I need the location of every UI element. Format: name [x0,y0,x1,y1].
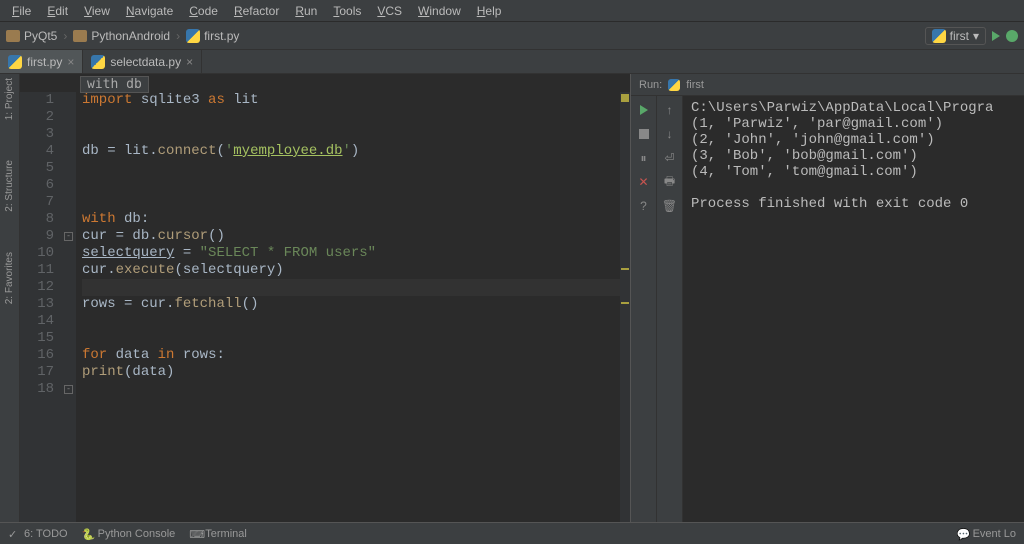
python-icon [186,29,200,43]
run-config-selector[interactable]: first ▾ [925,27,986,45]
menu-help[interactable]: Help [469,2,510,20]
menubar: FileEditViewNavigateCodeRefactorRunTools… [0,0,1024,22]
run-header: Run: first [631,74,1024,96]
up-stack-button[interactable]: ↑ [662,102,678,118]
close-icon[interactable]: × [67,55,74,69]
toolbar: PyQt5 › PythonAndroid › first.py first ▾ [0,22,1024,50]
stop-icon [639,129,649,139]
chevron-right-icon: › [176,29,180,43]
event-log-icon: 💬 [957,528,969,540]
current-line-highlight [82,279,620,296]
breadcrumb-folder[interactable]: PyQt5 [6,29,57,43]
python-icon [8,55,22,69]
tool-window-button[interactable]: 2: Structure [4,160,15,212]
tool-window-button[interactable]: 2: Favorites [4,252,15,304]
file-tab[interactable]: first.py × [0,50,83,73]
python-icon [91,55,105,69]
down-stack-button[interactable]: ↓ [662,126,678,142]
python-icon [668,79,680,91]
rerun-button[interactable] [636,102,652,118]
menu-view[interactable]: View [76,2,118,20]
clear-button[interactable]: 🗑 [662,198,678,214]
breadcrumb-file[interactable]: first.py [186,29,239,43]
error-stripe [620,92,630,522]
run-toolbar-primary: ⏸ ✕ ? [631,96,657,522]
line-gutter: 123456789101112131415161718 [20,92,62,522]
event-log-label: Event Lo [973,528,1016,540]
menu-run[interactable]: Run [287,2,325,20]
run-toolbar-secondary: ↑ ↓ ⏎ 🖶 🗑 [657,96,683,522]
play-icon[interactable] [992,31,1000,41]
folder-icon [6,30,20,42]
run-controls: first ▾ [925,27,1018,45]
chevron-right-icon: › [63,29,67,43]
close-button[interactable]: ✕ [636,174,652,190]
status-bar: ✓6: TODO 🐍Python Console ⌨Terminal 💬 Event… [0,522,1024,544]
file-tab-label: first.py [27,55,62,69]
left-tool-stripe: 1: Project 2: Structure 2: Favorites [0,74,20,522]
chevron-down-icon: ▾ [973,29,979,43]
fold-column: -- [62,92,76,522]
code-area[interactable]: 123456789101112131415161718 -- import sq… [20,74,630,522]
tool-icon: 🐍 [82,528,94,540]
menu-tools[interactable]: Tools [325,2,369,20]
menu-window[interactable]: Window [410,2,469,20]
breadcrumb: PyQt5 › PythonAndroid › first.py [6,29,239,43]
tool-window-button[interactable]: 1: Project [4,78,15,120]
run-body: ⏸ ✕ ? ↑ ↓ ⏎ 🖶 🗑 C:\Users\Parwiz\AppData\… [631,96,1024,522]
bottom-right: 💬 Event Lo [957,528,1016,540]
editor-panel: with db 123456789101112131415161718 -- i… [20,74,630,522]
soft-wrap-button[interactable]: ⏎ [662,150,678,166]
close-icon[interactable]: × [186,55,193,69]
file-tab-label: selectdata.py [110,55,181,69]
bottom-tool-button[interactable]: 🐍Python Console [82,528,176,540]
bottom-tool-buttons: ✓6: TODO 🐍Python Console ⌨Terminal [8,528,247,540]
code-lines[interactable]: import sqlite3 as litdb = lit.connect('m… [76,92,620,522]
console-output[interactable]: C:\Users\Parwiz\AppData\Local\Progra (1,… [683,96,1024,522]
fold-toggle[interactable]: - [64,232,73,241]
folder-icon [73,30,87,42]
inspection-indicator-icon[interactable] [621,94,629,102]
warning-marker[interactable] [621,302,629,304]
run-header-title: first [686,79,704,91]
editor-tabs: first.py × selectdata.py × [0,50,1024,74]
stop-button[interactable] [636,126,652,142]
run-header-prefix: Run: [639,79,662,91]
file-tab[interactable]: selectdata.py × [83,50,202,73]
event-log-button[interactable]: 💬 Event Lo [957,528,1016,540]
menu-edit[interactable]: Edit [39,2,76,20]
help-button[interactable]: ? [636,198,652,214]
main-split: with db 123456789101112131415161718 -- i… [20,74,1024,522]
bottom-tool-button[interactable]: ✓6: TODO [8,528,68,540]
python-icon [932,29,946,43]
menu-file[interactable]: File [4,2,39,20]
tool-icon: ✓ [8,528,20,540]
menu-refactor[interactable]: Refactor [226,2,287,20]
debug-icon[interactable] [1006,30,1018,42]
print-button[interactable]: 🖶 [662,174,678,190]
context-breadcrumb: with db [80,76,149,93]
fold-toggle[interactable]: - [64,385,73,394]
warning-marker[interactable] [621,268,629,270]
pause-button[interactable]: ⏸ [636,150,652,166]
tool-icon: ⌨ [189,528,201,540]
menu-vcs[interactable]: VCS [369,2,410,20]
bottom-tool-button[interactable]: ⌨Terminal [189,528,247,540]
menu-navigate[interactable]: Navigate [118,2,181,20]
run-config-name: first [950,29,969,43]
run-tool-window: Run: first ⏸ ✕ ? ↑ ↓ ⏎ 🖶 🗑 [630,74,1024,522]
breadcrumb-folder[interactable]: PythonAndroid [73,29,170,43]
body: 1: Project 2: Structure 2: Favorites with … [0,74,1024,522]
menu-code[interactable]: Code [181,2,226,20]
